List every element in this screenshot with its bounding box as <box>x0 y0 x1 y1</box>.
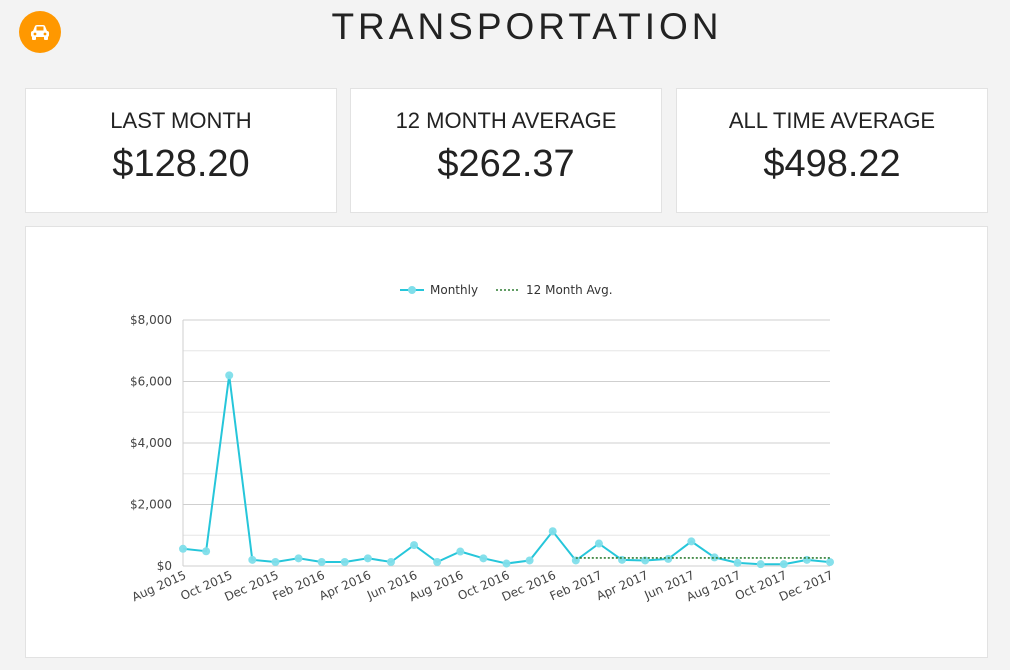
monthly-point <box>618 555 627 564</box>
monthly-point <box>248 555 257 564</box>
monthly-point <box>294 554 303 563</box>
last-month-card: LAST MONTH $128.20 <box>25 88 337 213</box>
twelve-month-average-value: $262.37 <box>437 143 575 185</box>
y-tick-label: $8,000 <box>130 313 172 327</box>
monthly-point <box>363 554 372 563</box>
monthly-point <box>410 541 419 550</box>
monthly-point <box>225 371 234 380</box>
monthly-point <box>594 539 603 548</box>
legend-label-12-month-avg: 12 Month Avg. <box>526 283 613 297</box>
monthly-point <box>802 555 811 564</box>
chart-card: $0 $2,000 $4,000 $6,000 $8,000 Aug 2015 Oct 20… <box>25 226 988 658</box>
monthly-point <box>687 537 696 546</box>
monthly-point <box>179 544 187 553</box>
x-tick-label: Apr 2016 <box>317 568 373 603</box>
monthly-point <box>317 558 326 567</box>
monthly-point <box>525 556 534 565</box>
twelve-month-average-card: 12 MONTH AVERAGE $262.37 <box>350 88 662 213</box>
legend-label-monthly: Monthly <box>430 283 478 297</box>
legend-marker-monthly <box>408 286 416 294</box>
x-tick-label: Aug 2015 <box>130 568 188 604</box>
y-tick-label: $6,000 <box>130 375 172 389</box>
all-time-average-card: ALL TIME AVERAGE $498.22 <box>676 88 988 213</box>
monthly-point <box>779 560 788 569</box>
header: TRANSPORTATION <box>0 0 1010 70</box>
monthly-point <box>340 558 349 567</box>
y-tick-label: $0 <box>157 559 172 573</box>
monthly-point <box>756 560 765 569</box>
y-tick-label: $2,000 <box>130 498 172 512</box>
monthly-line <box>182 375 831 566</box>
monthly-point <box>479 554 488 563</box>
monthly-point <box>733 558 742 567</box>
monthly-point <box>548 527 557 536</box>
monthly-point <box>433 558 442 567</box>
x-tick-label: Apr 2017 <box>594 568 650 603</box>
all-time-average-value: $498.22 <box>763 143 901 185</box>
monthly-point <box>456 547 465 556</box>
monthly-point <box>202 547 211 556</box>
monthly-point <box>502 559 511 568</box>
x-tick-label: Feb 2016 <box>270 568 326 603</box>
monthly-point <box>271 558 280 567</box>
last-month-value: $128.20 <box>112 143 250 185</box>
line-chart: $0$2,000$4,000$6,000$8,000Aug 2015Oct 20… <box>130 283 835 604</box>
twelve-month-average-label: 12 MONTH AVERAGE <box>395 108 617 133</box>
all-time-average-label: ALL TIME AVERAGE <box>728 108 936 133</box>
monthly-point <box>664 554 673 563</box>
monthly-point <box>386 558 395 567</box>
x-tick-label: Feb 2017 <box>548 568 604 603</box>
last-month-label: LAST MONTH <box>110 108 252 133</box>
y-tick-label: $4,000 <box>130 436 172 450</box>
page-title: TRANSPORTATION <box>331 6 723 47</box>
monthly-point <box>826 558 834 567</box>
